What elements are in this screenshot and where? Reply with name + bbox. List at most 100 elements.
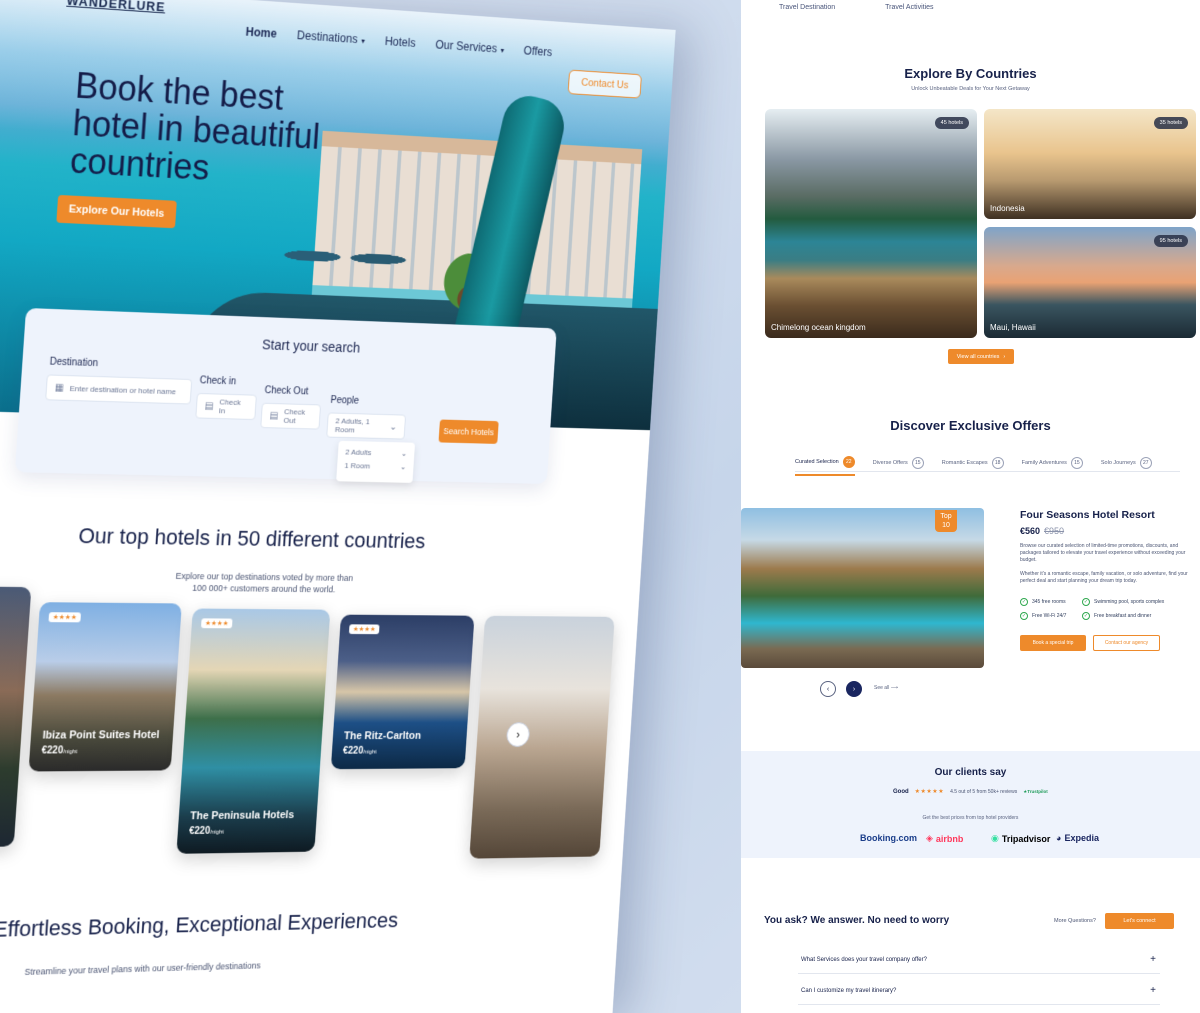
country-card[interactable]: 45 hotels Chimelong ocean kingdom (765, 109, 977, 338)
hotel-card-partial[interactable] (469, 615, 615, 859)
nav-destinations[interactable]: Destinations ▾ (297, 28, 366, 46)
tab-romantic-escapes[interactable]: Romantic Escapes 18 (942, 456, 1004, 476)
checkout-label: Check Out (264, 385, 309, 398)
star-rating: ★★★★ (200, 618, 233, 629)
checkout-placeholder: Check Out (283, 407, 306, 426)
hotel-card-partial[interactable] (0, 586, 32, 848)
rating-row: Good ★★★★★ 4.5 out of 5 from 50k+ review… (893, 788, 1048, 796)
search-hotels-button[interactable]: Search Hotels (438, 419, 499, 444)
destination-placeholder: Enter destination or hotel name (69, 383, 177, 396)
top-hotels-title: Our top hotels in 50 different countries (77, 523, 427, 554)
pool-pillows-image (266, 234, 416, 280)
see-all-link[interactable]: See all ⟶ (874, 685, 898, 691)
chevron-down-icon: ▾ (500, 46, 505, 55)
landing-page-right: Travel Destination Travel Activities Exp… (741, 0, 1200, 1013)
tab-family-adventures[interactable]: Family Adventures 15 (1022, 456, 1083, 476)
view-all-countries-button[interactable]: View all countries › (948, 349, 1014, 364)
room-option[interactable]: 1 Room ⌄ (344, 459, 407, 474)
country-name: Indonesia (990, 204, 1025, 213)
nav-links: Home Destinations ▾ Hotels Our Services ▾ … (245, 25, 552, 59)
chevron-right-icon: › (1003, 353, 1006, 360)
tab-label: Family Adventures (1021, 460, 1067, 466)
check-icon: ✓ (1082, 612, 1090, 620)
people-label: People (330, 395, 360, 407)
offer-tabs: Curated Selection 22 Diverse Offers 15 Rom… (795, 456, 1175, 476)
country-card[interactable]: 95 hotels Maui, Hawaii (984, 227, 1196, 338)
faq-item[interactable]: What Services does your travel company o… (798, 946, 1160, 974)
providers-caption: Get the best prices from top hotel provi… (922, 815, 1019, 821)
tab-count: 22 (842, 456, 855, 468)
hero-title: Book the best hotel in beautiful countri… (68, 64, 322, 188)
tab-label: Solo Journeys (1100, 460, 1136, 466)
hotel-card[interactable]: ★★★★ The Peninsula Hotels €220/night (176, 608, 331, 854)
destination-input[interactable]: ▦ Enter destination or hotel name (45, 374, 193, 405)
country-name: Chimelong ocean kingdom (771, 323, 866, 332)
badge-top: Top (940, 513, 952, 520)
plane-icon: ◕ (1056, 833, 1062, 843)
hotel-count-badge: 45 hotels (934, 117, 969, 129)
price-unit: /night (362, 749, 377, 756)
tab-travel-destination[interactable]: Travel Destination (779, 4, 835, 11)
search-title: Start your search (261, 336, 361, 356)
hotel-card[interactable]: ★★★★ Ibiza Point Suites Hotel €220/night (28, 602, 182, 772)
nav-hotels[interactable]: Hotels (384, 34, 416, 49)
trustpilot-logo: ★Trustpilot (1023, 789, 1048, 795)
faq-item[interactable]: Can I customize my travel itinerary? + (798, 977, 1160, 1005)
destination-label: Destination (49, 356, 99, 370)
nav-services[interactable]: Our Services ▾ (435, 38, 505, 56)
checkout-input[interactable]: ▤ Check Out (260, 402, 322, 430)
check-icon: ✓ (1020, 598, 1028, 606)
explore-hotels-button[interactable]: Explore Our Hotels (56, 194, 177, 229)
price-value: €220 (342, 745, 364, 757)
tab-solo-journeys[interactable]: Solo Journeys 27 (1101, 456, 1152, 476)
more-questions-label: More Questions? (1054, 918, 1096, 924)
plus-icon: + (1150, 985, 1156, 996)
offer-description-2: Whether it's a romantic escape, family v… (1020, 571, 1188, 584)
nav-home[interactable]: Home (245, 25, 277, 41)
tab-curated-selection[interactable]: Curated Selection 22 (795, 456, 855, 476)
people-select[interactable]: 2 Adults, 1 Room ⌄ (326, 412, 407, 440)
expedia-logo: ◕ Expedia (1056, 833, 1099, 843)
see-all-label: See all (874, 685, 890, 691)
chevron-down-icon: ▾ (360, 36, 366, 46)
landing-page-mockup: WANDERLURE Home Destinations ▾ Hotels Our… (0, 0, 676, 1013)
offers-prev-button[interactable]: ‹ (820, 681, 836, 697)
contact-us-button[interactable]: Contact Us (567, 69, 642, 99)
offer-description: Browse our curated selection of limited-… (1020, 543, 1186, 563)
tab-count: 15 (911, 457, 924, 469)
book-trip-button[interactable]: Book a special trip (1020, 635, 1086, 651)
tripadvisor-logo-text: Tripadvisor (1001, 833, 1051, 844)
offers-next-button[interactable]: › (846, 681, 862, 697)
search-panel: Start your search Destination ▦ Enter de… (14, 307, 557, 484)
checkin-input[interactable]: ▤ Check In (195, 392, 257, 421)
chevron-down-icon: ⌄ (400, 449, 408, 458)
expedia-logo-text: Expedia (1064, 833, 1099, 843)
nav-offers[interactable]: Offers (523, 44, 552, 59)
nav-destinations-label: Destinations (296, 28, 359, 46)
hotel-name: The Peninsula Hotels (189, 809, 295, 823)
country-card[interactable]: 35 hotels Indonesia (984, 109, 1196, 219)
tab-label: Diverse Offers (872, 460, 908, 466)
calendar-icon: ▤ (204, 400, 214, 412)
tripadvisor-logo: ◉ Tripadvisor (991, 833, 1050, 844)
hotel-price: €220/night (189, 826, 224, 837)
chevron-left-icon: ‹ (826, 685, 830, 693)
tab-travel-activities[interactable]: Travel Activities (885, 4, 933, 11)
tab-diverse-offers[interactable]: Diverse Offers 15 (873, 456, 924, 476)
rating-stars: ★★★★★ (914, 789, 945, 795)
logo[interactable]: WANDERLURE (66, 0, 166, 14)
contact-agency-button[interactable]: Contact our agency (1093, 635, 1160, 651)
lets-connect-button[interactable]: Let's connect (1105, 913, 1174, 929)
chevron-down-icon: ⌄ (389, 421, 398, 433)
tab-count: 15 (1070, 457, 1083, 469)
people-value: 2 Adults, 1 Room (334, 416, 370, 435)
hotel-card[interactable]: ★★★★ The Ritz-Carlton €220/night (330, 614, 475, 770)
star-rating: ★★★★ (48, 612, 82, 623)
price-unit: /night (209, 829, 224, 836)
tab-label: Curated Selection (795, 459, 839, 465)
feature-label: Free Wi-Fi 24/7 (1032, 613, 1067, 619)
hotel-count-badge: 35 hotels (1153, 117, 1188, 129)
hotel-price: €220/night (41, 745, 77, 756)
price-unit: /night (62, 749, 78, 756)
feature-item: ✓ Free Wi-Fi 24/7 (1020, 612, 1066, 620)
